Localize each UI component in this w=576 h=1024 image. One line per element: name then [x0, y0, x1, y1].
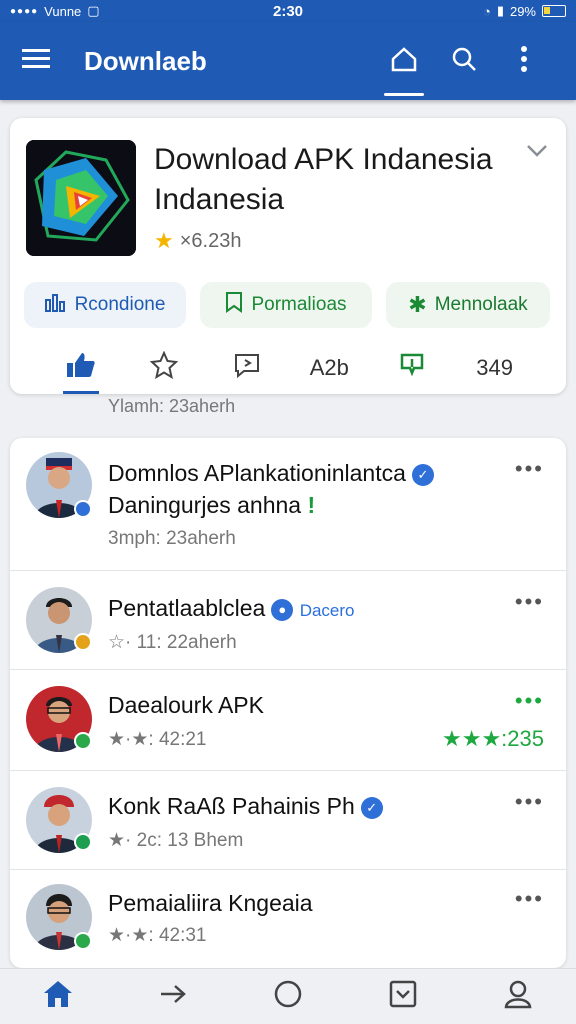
- app-bar: Downlaeb: [0, 22, 576, 100]
- chip-pormalioas[interactable]: Pormalioas: [200, 282, 372, 328]
- verified-badge-icon: [74, 500, 92, 518]
- save-icon: [225, 291, 243, 319]
- item-title-row: Pentatlaablclea ● Dacero: [108, 595, 355, 622]
- more-horizontal-icon[interactable]: •••: [515, 886, 544, 912]
- menu-icon[interactable]: [22, 48, 50, 75]
- status-left: ●●●● Vunne ▢: [10, 3, 210, 19]
- chip-label: Mennolaak: [434, 294, 528, 315]
- inbox-icon: [389, 980, 417, 1013]
- nav-forward[interactable]: [143, 969, 203, 1024]
- search-button[interactable]: [434, 22, 494, 100]
- item-title: Pentatlaablclea: [108, 595, 266, 621]
- badge-icon: [74, 833, 92, 851]
- more-horizontal-icon[interactable]: •••: [515, 789, 544, 815]
- badge-icon: [74, 932, 92, 950]
- rating-text: ×6.23h: [179, 229, 242, 252]
- notification-icon: ▢: [87, 3, 100, 18]
- profile-icon: [503, 979, 533, 1014]
- verified-icon: ✓: [360, 796, 383, 819]
- battery-icon: [542, 5, 566, 17]
- pin-button[interactable]: [382, 348, 442, 388]
- star-outline-icon: [149, 350, 179, 385]
- item-title: Daealourk APK: [108, 692, 264, 718]
- list-card: Domnlos APlankationinlantca ✓ Daningurjes…: [10, 438, 566, 968]
- title-mark: !: [307, 492, 316, 518]
- overflow-menu-button[interactable]: [494, 22, 554, 100]
- comment-icon: [232, 351, 262, 385]
- nav-circle[interactable]: [258, 969, 318, 1024]
- more-vertical-icon: [520, 45, 528, 78]
- list-item[interactable]: Konk RaAß Pahainis Ph ✓ ★· 2c: 13 Bhem ••…: [10, 771, 566, 869]
- app-title: Downlaeb: [84, 45, 207, 76]
- stats-icon: [44, 292, 67, 318]
- star-icon: ✱: [408, 292, 427, 317]
- item-title-line2: Daningurjes anhna: [108, 492, 302, 518]
- home-icon: [389, 44, 419, 79]
- item-title-line1: Domnlos APlankationinlantca: [108, 460, 406, 486]
- verified-icon: ✓: [411, 463, 434, 486]
- battery-percent: 29%: [509, 3, 536, 19]
- item-title: Pemaialiira Kngeaia: [108, 890, 313, 916]
- download-count: 349: [476, 355, 513, 380]
- signal-icon: ▮: [496, 3, 504, 18]
- item-tag: Dacero: [299, 601, 355, 620]
- like-button[interactable]: [51, 348, 111, 394]
- app-rating: ★ ×6.23h: [154, 228, 241, 254]
- nav-home[interactable]: [28, 969, 88, 1024]
- more-horizontal-icon[interactable]: •••: [515, 589, 544, 615]
- list-item[interactable]: Daealourk APK ★·★: 42:21 ••• ★★★:235: [10, 670, 566, 770]
- carrier-label: Vunne: [44, 3, 82, 19]
- search-icon: [449, 44, 479, 79]
- app-name: Download APK Indanesia Indanesia: [154, 143, 493, 216]
- nav-inbox[interactable]: [373, 969, 433, 1024]
- bottom-nav: [0, 968, 576, 1024]
- home-tab[interactable]: [374, 22, 434, 100]
- list-item[interactable]: Domnlos APlankationinlantca ✓ Daningurjes…: [10, 438, 566, 570]
- comment-button[interactable]: [217, 348, 277, 388]
- item-title-line2-row: Daningurjes anhna !: [108, 492, 315, 519]
- home-icon: [42, 979, 74, 1014]
- item-title: Domnlos APlankationinlantca ✓: [108, 460, 434, 487]
- arrow-right-icon: [159, 983, 187, 1010]
- chevron-down-icon[interactable]: [526, 144, 548, 163]
- chip-rcondione[interactable]: Rcondione: [24, 282, 186, 328]
- status-time: 2:30: [272, 2, 304, 20]
- status-right: ◔ ▮ 29%: [366, 3, 566, 19]
- verified-icon: ●: [271, 598, 294, 621]
- signal-dots-icon: ●●●●: [10, 5, 39, 17]
- chip-label: Pormalioas: [251, 294, 347, 315]
- star-icon: ★: [154, 228, 174, 253]
- item-title: Konk RaAß Pahainis Ph: [108, 793, 355, 819]
- wifi-icon: ◔: [482, 3, 491, 19]
- badge-icon: [74, 732, 92, 750]
- action-row: A2b 349: [10, 346, 566, 394]
- thumbs-up-icon: [66, 351, 96, 385]
- item-subtitle: ★· 2c: 13 Bhem: [108, 830, 244, 851]
- circle-icon: [273, 979, 303, 1014]
- rating-stars: ★★★:235: [442, 726, 544, 751]
- meta-line: Ylamh: 23aherh: [108, 396, 236, 416]
- pin-icon: [398, 351, 426, 385]
- item-subtitle: ★·★: 42:21: [108, 729, 207, 750]
- chip-label: Rcondione: [74, 294, 166, 315]
- item-subtitle: ★·★: 42:31: [108, 925, 207, 946]
- list-item[interactable]: Pentatlaablclea ● Dacero ☆· 11: 22aherh •…: [10, 571, 566, 669]
- item-subtitle: ☆· 11: 22aherh: [108, 632, 237, 653]
- badge-icon: [74, 633, 92, 651]
- app-logo-icon: [26, 140, 136, 256]
- item-title-row: Konk RaAß Pahainis Ph ✓: [108, 793, 383, 820]
- more-horizontal-icon[interactable]: •••: [515, 456, 544, 482]
- app-card: Download APK Indanesia Indanesia ★ ×6.23…: [10, 118, 566, 394]
- nav-profile[interactable]: [488, 969, 548, 1024]
- share-count: A2b: [309, 355, 349, 380]
- item-subtitle: 3mph: 23aherh: [108, 528, 236, 549]
- favorite-button[interactable]: [134, 348, 194, 388]
- status-bar: ●●●● Vunne ▢ 2:30 ◔ ▮ 29%: [0, 0, 576, 22]
- chip-row: Rcondione Pormalioas ✱ Mennolaak: [24, 282, 556, 328]
- more-horizontal-icon[interactable]: •••: [515, 688, 544, 714]
- list-item[interactable]: Pemaialiira Kngeaia ★·★: 42:31 •••: [10, 870, 566, 968]
- chip-mennolaak[interactable]: ✱ Mennolaak: [386, 282, 550, 328]
